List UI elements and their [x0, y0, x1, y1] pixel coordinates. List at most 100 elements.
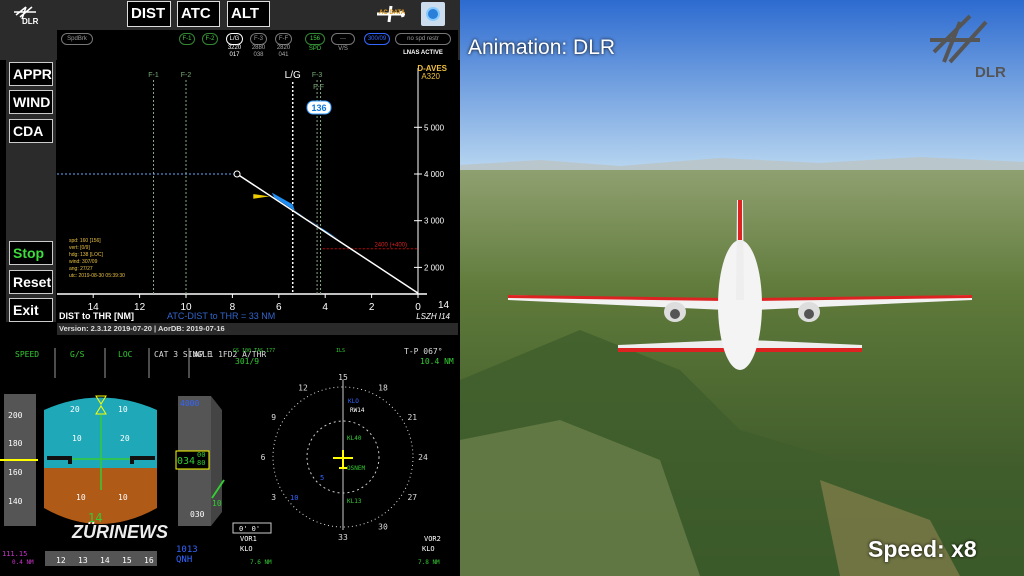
3d-animation-view: Animation: DLR DLR Speed: x8 — [460, 0, 1024, 576]
pitch-label: 10 — [76, 493, 86, 502]
config-f2: F-2 — [202, 33, 218, 45]
speed-tick: 160 — [8, 468, 23, 477]
config-ff: F-F — [275, 33, 292, 45]
vs-pill: --- — [331, 33, 355, 45]
x-tick-label: 2 — [369, 302, 375, 313]
altitude-readout: 034 — [177, 456, 195, 467]
gs-tas: GS 100 TAS 177 — [233, 348, 275, 354]
alt-button[interactable]: ALT — [227, 1, 270, 27]
compass-label: 3 — [271, 493, 276, 502]
f3-value-2: 038 — [253, 52, 264, 58]
reset-button[interactable]: Reset — [9, 270, 53, 294]
exit-button[interactable]: Exit — [9, 298, 53, 322]
dlr-logo-text: DLR — [22, 17, 39, 26]
vor1-id: KLO — [240, 545, 253, 553]
pitch-label: 10 — [118, 493, 128, 502]
waypoint: OSNEM — [347, 465, 365, 472]
compass-label: 21 — [407, 413, 417, 422]
f3-value-1: 2880 — [251, 45, 266, 51]
marker-label: F-2 — [181, 72, 192, 79]
fma-loc: LOC — [118, 350, 133, 359]
dlr-logo-text: DLR — [975, 64, 1006, 81]
compass-label: 27 — [407, 493, 417, 502]
pitch-label: 20 — [70, 405, 80, 414]
vor1-dist: 7.6 NM — [250, 559, 272, 566]
spd-label: SPD — [308, 46, 322, 52]
constraint-label: 2400 (+400) — [374, 243, 407, 249]
vs-label: V/S — [338, 46, 348, 52]
spd-pill: 156 — [305, 33, 325, 45]
status-row: SpdBrk F-1 F-2 L/G 3220 017 F-3 2880 038… — [57, 30, 458, 60]
marker-label: F-F — [313, 84, 324, 91]
y-tick-label: 4 000 — [424, 170, 445, 179]
vor1-label: VOR1 — [240, 535, 257, 543]
waypoint: KL40 — [347, 435, 362, 442]
x-right-label: 14 — [438, 300, 450, 311]
speed-tick: 140 — [8, 497, 23, 506]
info-line: hdg: 138 [LOC] — [69, 252, 104, 258]
stop-button[interactable]: Stop — [9, 241, 53, 265]
zurinews-watermark: ZÜRINEWS — [71, 522, 168, 542]
config-f1: F-1 — [179, 33, 195, 45]
speed-bubble-value: 136 — [311, 103, 326, 113]
heading-tick: 14 — [100, 556, 110, 565]
lg-value-2: 017 — [229, 52, 240, 58]
ac-data-label: AC DATA — [379, 10, 406, 16]
y-tick-label: 5 000 — [424, 123, 445, 132]
altitude-tick: 030 — [190, 510, 205, 519]
info-line: wind: 307/09 — [69, 259, 98, 265]
appr-button[interactable]: APPR — [9, 62, 53, 86]
atc-button[interactable]: ATC — [177, 1, 220, 27]
aircraft-type: A320 — [421, 72, 440, 81]
animation-title: Animation: DLR — [468, 36, 616, 59]
pitch-label: 20 — [120, 434, 130, 443]
settings-button[interactable] — [421, 2, 445, 26]
pitch-label: 10 — [118, 405, 128, 414]
config-lg: L/G — [226, 33, 243, 45]
pfd-nd-display: SPEED G/S LOC CAT 3 SINGLE AP 1 1FD2 A/T… — [0, 347, 454, 566]
tp-heading: T-P 067° — [404, 347, 443, 356]
vor2-id: KLO — [422, 545, 435, 553]
gear-icon — [426, 7, 440, 21]
pitch-label: 10 — [72, 434, 82, 443]
speed-multiplier: Speed: x8 — [868, 536, 977, 562]
heading-tick: 15 — [122, 556, 132, 565]
tp-dist: 10.4 NM — [420, 357, 454, 366]
dist-button[interactable]: DIST — [127, 1, 171, 27]
compass-label: 30 — [378, 522, 388, 531]
compass-label: 18 — [378, 384, 388, 393]
lg-value-1: 3220 — [227, 45, 242, 51]
lnas-status: LNAS ACTIVE — [403, 50, 443, 56]
spdbrk-pill: SpdBrk — [61, 33, 93, 45]
heading-tick: 12 — [56, 556, 66, 565]
x-axis-label: DIST to THR [NM] — [59, 311, 134, 321]
info-line: utc: 2019-08-30 05:39:30 — [69, 273, 125, 279]
waypoint: RW14 — [350, 407, 365, 414]
heading-tick: 13 — [78, 556, 88, 565]
info-line: vert: [0/9] — [69, 245, 90, 251]
speed-marker — [253, 194, 270, 199]
atc-distance: ATC-DIST to THR = 33 NM — [167, 311, 275, 321]
fma-gs: G/S — [70, 350, 85, 359]
version-bar: Version: 2.3.12 2019-07-20 | AorDB: 2019… — [57, 323, 458, 335]
ff-value-1: 2820 — [276, 45, 291, 51]
compass-label: 12 — [298, 384, 308, 393]
info-line: ang: 27/27 — [69, 266, 93, 272]
ac-data-button[interactable]: AC DATA — [375, 2, 407, 26]
marker-label: F-3 — [312, 72, 323, 79]
runway-label: LSZH I14 — [416, 312, 450, 321]
compass-label: 9 — [271, 413, 276, 422]
baro-setting: 1013 — [176, 545, 198, 555]
altitude-readout-small: 00 80 — [197, 451, 206, 467]
sidebar: APPR WIND CDA Stop Reset Exit — [6, 60, 56, 322]
ils-label: ILS — [336, 348, 345, 354]
vertical-profile-chart: 14 12 10 8 6 4 2 05 0004 0003 0002 000F-1 F-2 L/G… — [57, 64, 451, 321]
marker-label: L/G — [285, 70, 301, 81]
cda-button[interactable]: CDA — [9, 119, 53, 143]
speed-tick: 180 — [8, 439, 23, 448]
ff-value-2: 041 — [278, 52, 289, 58]
wind-button[interactable]: WIND — [9, 90, 53, 114]
selected-altitude: 4000 — [180, 399, 199, 408]
alt-constraint-pill: 300/09 — [364, 33, 390, 45]
ils-freq: 111.15 — [2, 550, 27, 558]
